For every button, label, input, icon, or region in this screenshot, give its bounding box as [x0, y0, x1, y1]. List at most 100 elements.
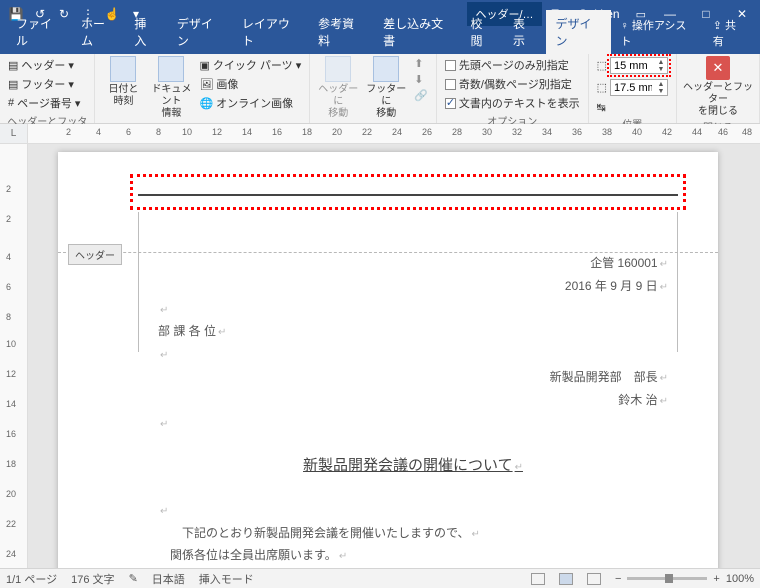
- online-picture-label: オンライン画像: [216, 95, 293, 111]
- doc-title: 新製品開発会議の開催について: [158, 452, 668, 481]
- group-options: 先頭ページのみ別指定 奇数/偶数ページ別指定 文書内のテキストを表示 オプション: [437, 54, 589, 123]
- goto-header-label: ヘッダーに 移動: [316, 84, 360, 120]
- header-highlight: [130, 174, 686, 210]
- tab-design[interactable]: デザイン: [167, 10, 232, 54]
- nav-next[interactable]: ⬇: [412, 72, 430, 87]
- document-canvas[interactable]: ヘッダー 企管 160001 2016 年 9 月 9 日 部 課 各 位 新製…: [28, 144, 760, 568]
- footer-bottom-input[interactable]: [611, 82, 655, 94]
- footer-label: フッター: [21, 76, 65, 92]
- ruler-h-ticks: 2468 10121416 18202224 26283032 34363840…: [28, 124, 760, 143]
- zoom-slider-thumb[interactable]: [665, 574, 673, 583]
- zoom-slider[interactable]: [627, 577, 707, 580]
- share-button[interactable]: ⇪ 共有: [703, 12, 754, 54]
- checkbox-icon: [445, 79, 456, 90]
- doc-empty5: [158, 567, 668, 568]
- group-navigation: ヘッダーに 移動 フッターに 移動 ⬆ ⬇ 🔗 ナビゲーション: [310, 54, 437, 123]
- opt-odd-even-label: 奇数/偶数ページ別指定: [459, 76, 572, 92]
- spin-down-icon[interactable]: ▼: [655, 66, 667, 73]
- view-print-icon[interactable]: [559, 573, 573, 585]
- calendar-icon: [110, 56, 136, 82]
- ribbon: ▤ ヘッダー ▾ ▤ フッター ▾ # ページ番号 ▾ ヘッダーとフッター 日付…: [0, 54, 760, 124]
- tab-file[interactable]: ファイル: [6, 10, 71, 54]
- spin-up-icon[interactable]: ▲: [655, 81, 667, 88]
- goto-footer-button[interactable]: フッターに 移動: [364, 56, 408, 120]
- tell-me-label: 操作アシスト: [621, 20, 687, 48]
- doc-empty2: [158, 343, 668, 366]
- align-tab-button[interactable]: ↹: [595, 100, 670, 115]
- status-lang[interactable]: 日本語: [152, 571, 185, 587]
- docinfo-label: ドキュメント 情報: [149, 84, 193, 120]
- page: ヘッダー 企管 160001 2016 年 9 月 9 日 部 課 各 位 新製…: [58, 152, 718, 568]
- footer-button[interactable]: ▤ フッター ▾: [6, 75, 82, 93]
- header-label: ヘッダー: [21, 57, 65, 73]
- ruler-horizontal[interactable]: L 2468 10121416 18202224 26283032 343638…: [0, 124, 760, 144]
- nav-prev[interactable]: ⬆: [412, 56, 430, 71]
- header-top-input[interactable]: [611, 60, 655, 72]
- close-icon: ✕: [706, 56, 730, 80]
- spin-down-icon[interactable]: ▼: [655, 88, 667, 95]
- opt-show-text[interactable]: 文書内のテキストを表示: [443, 94, 582, 112]
- doc-refno: 企管 160001: [158, 252, 668, 275]
- header-top-spinner[interactable]: ▲▼: [610, 57, 668, 74]
- footer-bottom-spinner[interactable]: ▲▼: [610, 79, 668, 96]
- margin-guide-left: [138, 212, 139, 352]
- online-picture-button[interactable]: 🌐 オンライン画像: [197, 94, 303, 112]
- doc-body2: 関係各位は全員出席願います。: [158, 544, 668, 567]
- page-number-label: ページ番号: [17, 95, 72, 111]
- opt-first-page-label: 先頭ページのみ別指定: [459, 57, 569, 73]
- status-mode[interactable]: 挿入モード: [199, 571, 254, 587]
- close-hf-label: ヘッダーとフッター を閉じる: [683, 82, 753, 118]
- goto-header-button[interactable]: ヘッダーに 移動: [316, 56, 360, 120]
- opt-show-text-label: 文書内のテキストを表示: [459, 95, 580, 111]
- margin-bottom-icon: ⬚: [597, 81, 607, 94]
- view-web-icon[interactable]: [587, 573, 601, 585]
- docinfo-button[interactable]: ドキュメント 情報: [149, 56, 193, 120]
- doc-name: 鈴木 治: [158, 389, 668, 412]
- doc-empty1: [158, 298, 668, 321]
- opt-first-page[interactable]: 先頭ページのみ別指定: [443, 56, 582, 74]
- header-button[interactable]: ▤ ヘッダー ▾: [6, 56, 82, 74]
- view-read-icon[interactable]: [531, 573, 545, 585]
- quickparts-label: クイック パーツ: [213, 57, 293, 73]
- tab-references[interactable]: 参考資料: [308, 10, 373, 54]
- tab-insert[interactable]: 挿入: [124, 10, 167, 54]
- group-header-footer: ▤ ヘッダー ▾ ▤ フッター ▾ # ページ番号 ▾ ヘッダーとフッター: [0, 54, 95, 123]
- close-header-footer-button[interactable]: ✕ ヘッダーとフッター を閉じる: [683, 56, 753, 118]
- doc-date: 2016 年 9 月 9 日: [158, 275, 668, 298]
- ruler-vertical[interactable]: 22 468 101214 161820 2224: [0, 144, 28, 568]
- header-horizontal-rule: [138, 194, 678, 196]
- nav-link[interactable]: 🔗: [412, 88, 430, 103]
- margin-top-icon: ⬚: [597, 59, 607, 72]
- doc-to: 部 課 各 位: [158, 320, 668, 343]
- picture-button[interactable]: 🖼 画像: [197, 75, 303, 93]
- tab-review[interactable]: 校閲: [461, 10, 504, 54]
- datetime-button[interactable]: 日付と 時刻: [101, 56, 145, 108]
- status-proof-icon[interactable]: ✎: [129, 572, 138, 585]
- ruler-corner[interactable]: L: [0, 124, 28, 143]
- tab-view[interactable]: 表示: [503, 10, 546, 54]
- margin-guide-right: [677, 212, 678, 352]
- page-number-button[interactable]: # ページ番号 ▾: [6, 94, 82, 112]
- header-tag: ヘッダー: [68, 244, 122, 265]
- spin-up-icon[interactable]: ▲: [655, 59, 667, 66]
- opt-odd-even[interactable]: 奇数/偶数ページ別指定: [443, 75, 582, 93]
- quickparts-button[interactable]: ▣ クイック パーツ ▾: [197, 56, 303, 74]
- zoom-value[interactable]: 100%: [726, 573, 754, 585]
- tell-me[interactable]: ♀ 操作アシスト: [611, 12, 701, 54]
- tab-layout[interactable]: レイアウト: [232, 10, 308, 54]
- zoom-out-button[interactable]: −: [615, 573, 621, 585]
- datetime-label: 日付と 時刻: [108, 84, 138, 108]
- status-words[interactable]: 176 文字: [71, 571, 114, 587]
- header-area[interactable]: [138, 182, 678, 222]
- status-page[interactable]: 1/1 ページ: [6, 571, 57, 587]
- tab-mailings[interactable]: 差し込み文書: [373, 10, 460, 54]
- document-body[interactable]: 企管 160001 2016 年 9 月 9 日 部 課 各 位 新製品開発部 …: [158, 252, 668, 568]
- goto-header-icon: [325, 56, 351, 82]
- zoom-in-button[interactable]: +: [713, 573, 719, 585]
- tab-hf-design[interactable]: デザイン: [546, 10, 611, 54]
- doc-body1: 下記のとおり新製品開発会議を開催いたしますので、: [158, 522, 668, 545]
- tab-home[interactable]: ホーム: [71, 10, 124, 54]
- header-top-row: ⬚ ▲▼: [595, 56, 670, 75]
- doc-empty3: [158, 412, 668, 435]
- zoom-control: − + 100%: [615, 573, 754, 585]
